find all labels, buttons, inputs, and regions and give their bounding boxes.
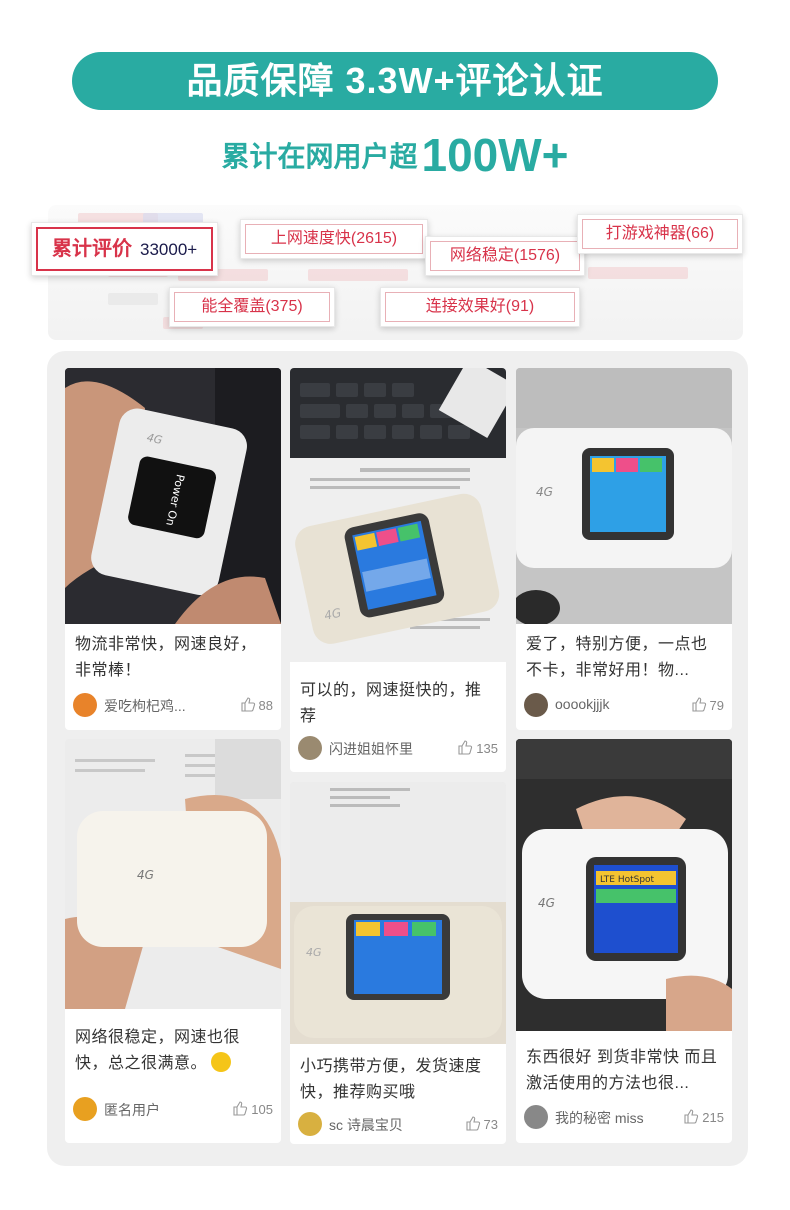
avatar[interactable] [524, 1105, 548, 1129]
svg-text:4G: 4G [137, 868, 154, 882]
avatar[interactable] [524, 693, 548, 717]
review-text: 小巧携带方便，发货速度快，推荐购买哦 [300, 1058, 482, 1101]
tag-good-connection[interactable]: 连接效果好(91) [380, 287, 580, 327]
review-card[interactable]: 4G 网络很稳定，网速也很快，总之很满意。 匿名用户 105 [65, 739, 281, 1143]
thumbs-up-icon[interactable] [232, 1100, 248, 1116]
username[interactable]: ooookjjjk [555, 696, 609, 712]
total-reviews-tag[interactable]: 累计评价 33000+ [31, 222, 219, 276]
tag-full-coverage-label: 能全覆盖(375) [174, 292, 330, 322]
total-reviews-label: 累计评价 [52, 238, 132, 260]
user-count-prefix: 累计在网用户超 [221, 141, 418, 172]
smile-emoji-icon [211, 1052, 232, 1072]
review-text: 可以的，网速挺快的，推荐 [300, 682, 482, 725]
thumbs-up-icon[interactable] [691, 696, 707, 712]
review-meta: sc 诗晨宝贝 73 [298, 1112, 498, 1140]
quality-banner: 品质保障 3.3W+评论认证 [72, 52, 718, 110]
like-count-value: 135 [476, 741, 498, 756]
svg-text:4G: 4G [538, 896, 555, 910]
thumbs-up-icon[interactable] [240, 696, 256, 712]
username[interactable]: sc 诗晨宝贝 [329, 1115, 403, 1135]
avatar[interactable] [298, 736, 322, 760]
tag-fast-speed-label: 上网速度快(2615) [245, 224, 423, 254]
review-card[interactable]: Power On 4G 物流非常快，网速良好，非常棒！ 爱吃枸杞鸡... 88 [65, 368, 281, 730]
like-count-value: 73 [483, 1117, 498, 1132]
username[interactable]: 匿名用户 [104, 1100, 160, 1120]
review-meta: 匿名用户 105 [73, 1097, 273, 1125]
user-count-line: 累计在网用户超100W+ [0, 128, 790, 182]
username[interactable]: 闪进姐姐怀里 [329, 739, 413, 759]
review-text: 东西很好 到货非常快 而且激活使用的方法也很... [526, 1049, 718, 1092]
thumbs-up-icon[interactable] [683, 1108, 699, 1124]
review-text: 网络很稳定，网速也很快，总之很满意。 [75, 1025, 271, 1077]
review-meta: 爱吃枸杞鸡... 88 [73, 693, 273, 721]
username[interactable]: 我的秘密 miss [555, 1108, 644, 1128]
like-count-value: 105 [251, 1102, 273, 1117]
username[interactable]: 爱吃枸杞鸡... [104, 696, 186, 716]
review-photo[interactable]: Power On 4G [65, 368, 281, 624]
thumbs-up-icon[interactable] [465, 1115, 481, 1131]
tag-good-connection-label: 连接效果好(91) [385, 292, 575, 322]
tag-fast-speed[interactable]: 上网速度快(2615) [240, 219, 428, 259]
svg-text:LTE HotSpot: LTE HotSpot [600, 875, 655, 885]
avatar[interactable] [73, 1097, 97, 1121]
like-count-value: 79 [709, 698, 724, 713]
review-card[interactable]: 4G 爱了，特别方便，一点也不卡，非常好用！物... ooookjjjk 79 [516, 368, 732, 730]
review-meta: 闪进姐姐怀里 135 [298, 736, 498, 764]
like-count-value: 88 [258, 698, 273, 713]
total-reviews-count: 33000+ [140, 240, 198, 259]
review-text: 爱了，特别方便，一点也不卡，非常好用！物... [526, 636, 708, 679]
review-card[interactable]: 4G 小巧携带方便，发货速度快，推荐购买哦 sc 诗晨宝贝 73 [290, 782, 506, 1144]
user-count-highlight: 100W+ [421, 129, 569, 181]
review-card[interactable]: 4G 可以的，网速挺快的，推荐 闪进姐姐怀里 135 [290, 368, 506, 772]
like-count[interactable]: 88 [240, 696, 273, 713]
svg-text:4G: 4G [306, 946, 322, 959]
like-count[interactable]: 105 [232, 1100, 273, 1117]
avatar[interactable] [298, 1112, 322, 1136]
review-photo[interactable]: 4G [516, 368, 732, 624]
review-photo[interactable]: 4G [290, 368, 506, 662]
review-meta: 我的秘密 miss 215 [524, 1105, 724, 1133]
thumbs-up-icon[interactable] [457, 739, 473, 755]
review-meta: ooookjjjk 79 [524, 693, 724, 721]
like-count[interactable]: 135 [457, 739, 498, 756]
tag-full-coverage[interactable]: 能全覆盖(375) [169, 287, 335, 327]
like-count[interactable]: 73 [465, 1115, 498, 1132]
avatar[interactable] [73, 693, 97, 717]
svg-text:4G: 4G [536, 485, 553, 499]
review-photo[interactable]: 4G [290, 782, 506, 1044]
like-count-value: 215 [702, 1110, 724, 1125]
review-photo[interactable]: 4G [65, 739, 281, 1009]
tag-gaming[interactable]: 打游戏神器(66) [577, 214, 743, 254]
like-count[interactable]: 79 [691, 696, 724, 713]
review-photo[interactable]: LTE HotSpot 4G [516, 739, 732, 1031]
review-text: 物流非常快，网速良好，非常棒！ [75, 636, 257, 679]
tag-stable-network-label: 网络稳定(1576) [430, 241, 580, 271]
tag-gaming-label: 打游戏神器(66) [582, 219, 738, 249]
review-card[interactable]: LTE HotSpot 4G 东西很好 到货非常快 而且激活使用的方法也很...… [516, 739, 732, 1143]
like-count[interactable]: 215 [683, 1108, 724, 1125]
tag-stable-network[interactable]: 网络稳定(1576) [425, 236, 585, 276]
